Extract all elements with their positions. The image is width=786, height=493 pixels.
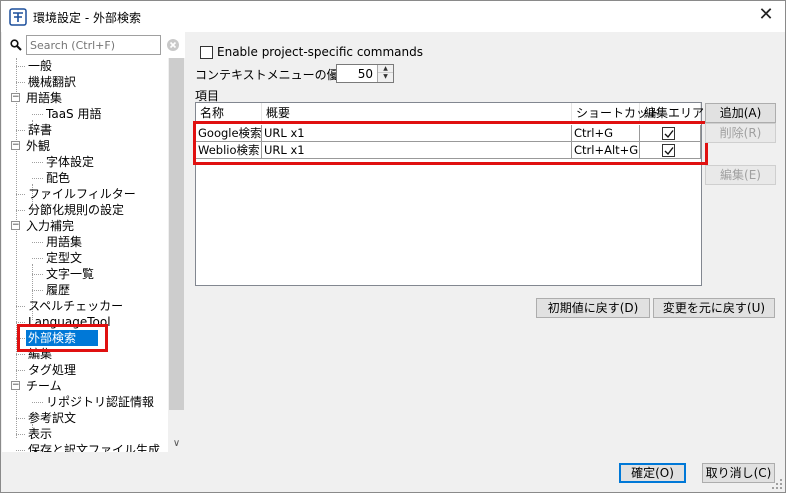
tree-item-view[interactable]: 表示	[16, 426, 54, 442]
delete-button[interactable]: 削除(R)	[705, 123, 776, 143]
tree-item-glossary[interactable]: − 用語集	[11, 90, 64, 106]
search-input[interactable]	[26, 35, 161, 55]
reset-initial-button[interactable]: 初期値に戻す(D)	[536, 298, 650, 318]
panel-splitter[interactable]	[185, 32, 189, 452]
preferences-window: 環境設定 - 外部検索 ✕ 一般	[0, 0, 786, 493]
tree-item-colors[interactable]: 配色	[32, 170, 72, 186]
project-specific-checkbox[interactable]	[200, 46, 213, 59]
window-title: 環境設定 - 外部検索	[33, 11, 141, 25]
tree-item-character-table[interactable]: 文字一覧	[32, 266, 96, 282]
cancel-button[interactable]: 取り消し(C)	[702, 463, 775, 483]
tree-item-font-settings[interactable]: 字体設定	[32, 154, 96, 170]
settings-tree: 一般 機械翻訳 − 用語集 TaaS 用語 辞書 − 外観 字体設定 配色 ファ…	[2, 58, 168, 452]
tree-scrollbar[interactable]: ∨	[168, 58, 185, 452]
project-specific-row[interactable]: Enable project-specific commands	[200, 45, 423, 61]
col-header-summary[interactable]: 概要	[262, 103, 572, 123]
scroll-down-icon[interactable]: ∨	[168, 435, 185, 452]
collapse-icon[interactable]: −	[11, 381, 20, 390]
project-specific-label: Enable project-specific commands	[217, 45, 423, 59]
clear-search-icon[interactable]	[166, 38, 180, 52]
tree-item-dictionary[interactable]: 辞書	[16, 122, 54, 138]
tree-item-repository-credentials[interactable]: リポジトリ認証情報	[32, 394, 156, 410]
col-header-name[interactable]: 名称	[196, 103, 262, 123]
spin-up-icon[interactable]: ▲	[378, 65, 393, 73]
settings-nav-panel: 一般 機械翻訳 − 用語集 TaaS 用語 辞書 − 外観	[2, 32, 185, 452]
tree-item-team[interactable]: − チーム	[11, 378, 64, 394]
collapse-icon[interactable]: −	[11, 221, 20, 230]
tree-item-autocomplete-glossary[interactable]: 用語集	[32, 234, 84, 250]
app-logo-icon	[9, 8, 27, 26]
close-icon[interactable]: ✕	[755, 5, 777, 27]
search-row	[2, 32, 185, 58]
tree-scrollbar-thumb[interactable]	[169, 58, 184, 410]
priority-value[interactable]: 50	[358, 67, 373, 81]
priority-spinner[interactable]: 50 ▲ ▼	[336, 64, 394, 83]
tree-item-segmentation-rules[interactable]: 分節化規則の設定	[16, 202, 126, 218]
rows-highlight-box	[193, 121, 708, 165]
tree-item-tag-processing[interactable]: タグ処理	[16, 362, 78, 378]
tree-item-reference-translations[interactable]: 参考訳文	[16, 410, 78, 426]
col-header-shortcut[interactable]: ショートカット	[572, 103, 660, 123]
tree-item-spellchecker[interactable]: スペルチェッカー	[16, 298, 125, 314]
resize-grip-icon[interactable]	[771, 478, 783, 490]
spin-buttons: ▲ ▼	[377, 65, 393, 82]
collapse-icon[interactable]: −	[11, 141, 20, 150]
ok-button[interactable]: 確定(O)	[619, 463, 686, 483]
collapse-icon[interactable]: −	[11, 93, 20, 102]
tree-item-general[interactable]: 一般	[16, 58, 54, 74]
revert-changes-button[interactable]: 変更を元に戻す(U)	[653, 298, 775, 318]
col-header-edit-area[interactable]: 編集エリア	[640, 103, 704, 123]
tree-item-autotext[interactable]: 定型文	[32, 250, 84, 266]
table-header: 名称 概要 ショートカット 編集エリア	[196, 103, 704, 123]
tree-item-machine-translation[interactable]: 機械翻訳	[16, 74, 78, 90]
tree-item-save-output[interactable]: 保存と訳文ファイル生成	[16, 442, 162, 452]
tree-item-autocomplete[interactable]: − 入力補完	[11, 218, 76, 234]
add-button[interactable]: 追加(A)	[705, 103, 776, 123]
selection-highlight-box	[17, 324, 108, 352]
title-bar: 環境設定 - 外部検索 ✕	[1, 1, 785, 32]
search-icon	[10, 39, 22, 51]
tree-item-file-filters[interactable]: ファイルフィルター	[16, 186, 138, 202]
tree-item-appearance[interactable]: − 外観	[11, 138, 52, 154]
edit-button[interactable]: 編集(E)	[705, 165, 776, 185]
spin-down-icon[interactable]: ▼	[378, 73, 393, 81]
tree-item-history[interactable]: 履歴	[32, 282, 72, 298]
tree-item-taas-glossary[interactable]: TaaS 用語	[32, 106, 103, 122]
